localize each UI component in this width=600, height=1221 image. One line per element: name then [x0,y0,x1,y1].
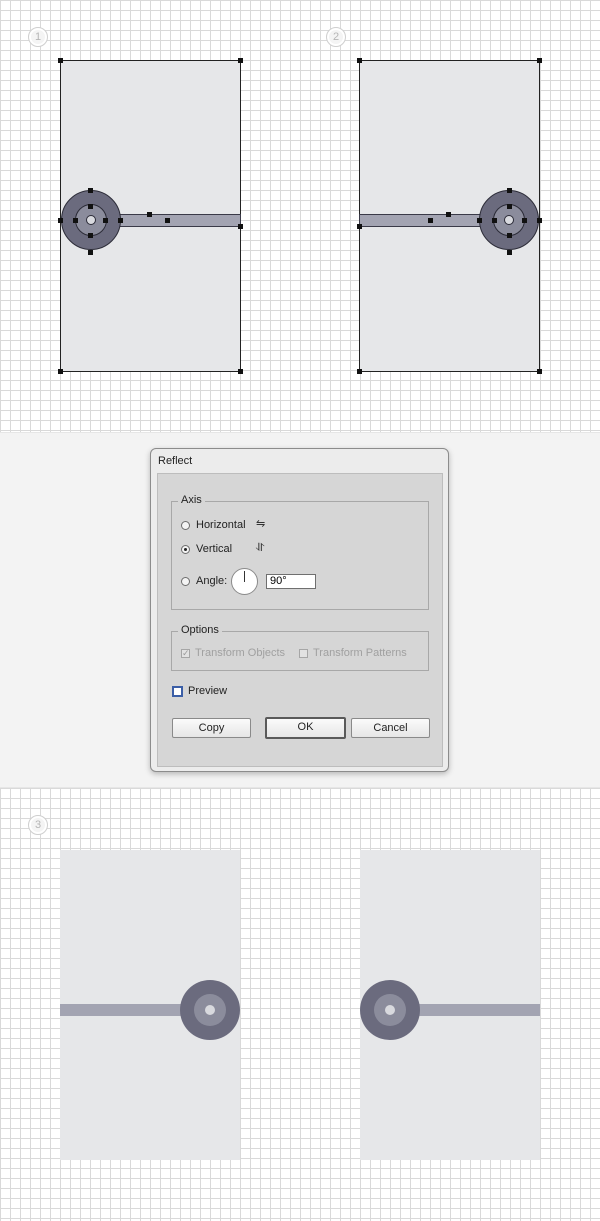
options-legend: Options [178,624,222,636]
cancel-button[interactable]: Cancel [351,718,430,738]
anchor-point[interactable] [537,58,542,63]
knob-center-dot[interactable] [86,215,96,225]
knob-dot-left [205,1005,215,1015]
anchor-point[interactable] [357,369,362,374]
angle-dial[interactable] [231,568,258,595]
anchor-point[interactable] [507,204,512,209]
checkbox-transform-objects-box[interactable]: ✓ [181,648,190,658]
anchor-point[interactable] [507,188,512,193]
anchor-point[interactable] [88,250,93,255]
anchor-point[interactable] [446,212,451,217]
knob-center-dot-reflected[interactable] [504,215,514,225]
checkbox-preview[interactable]: Preview [172,685,227,697]
checkbox-transform-objects-label: Transform Objects [195,647,286,659]
radio-horizontal[interactable]: Horizontal [181,519,246,531]
axis-fieldset: Axis Horizontal ⇋ Vertical ⥯ Angle: 90° [171,494,429,610]
anchor-point[interactable] [88,233,93,238]
anchor-point[interactable] [357,224,362,229]
anchor-point[interactable] [238,224,243,229]
axis-legend: Axis [178,494,205,506]
radio-vertical[interactable]: Vertical [181,543,232,555]
copy-button[interactable]: Copy [172,718,251,738]
anchor-point[interactable] [88,204,93,209]
dialog-title: Reflect [158,455,193,467]
radio-angle-button[interactable] [181,576,190,586]
anchor-point[interactable] [357,58,362,63]
anchor-point[interactable] [58,58,63,63]
checkbox-transform-objects[interactable]: ✓ Transform Objects [181,647,285,659]
anchor-point[interactable] [507,250,512,255]
knob-dot-right [385,1005,395,1015]
anchor-point[interactable] [492,218,497,223]
ok-button[interactable]: OK [265,717,346,739]
anchor-point[interactable] [238,58,243,63]
reflect-vertical-icon: ⥯ [256,542,265,554]
anchor-point[interactable] [73,218,78,223]
reflect-horizontal-icon: ⇋ [256,518,266,530]
anchor-point[interactable] [165,218,170,223]
reflect-dialog: Reflect Axis Horizontal ⇋ Vertical ⥯ Ang… [150,448,449,772]
radio-angle[interactable]: Angle: [181,575,227,587]
anchor-point[interactable] [103,218,108,223]
checkbox-preview-box[interactable] [172,685,183,697]
checkbox-transform-patterns[interactable]: Transform Patterns [299,647,407,659]
radio-horizontal-label: Horizontal [196,519,246,531]
dialog-body: Axis Horizontal ⇋ Vertical ⥯ Angle: 90° … [157,473,443,767]
radio-angle-label: Angle: [196,575,228,587]
anchor-point[interactable] [537,218,542,223]
anchor-point[interactable] [537,369,542,374]
angle-input[interactable]: 90° [266,574,316,589]
artboard-grid-bottom: 3 [0,788,600,1221]
step-badge-1: 1 [28,27,48,47]
anchor-point[interactable] [238,369,243,374]
anchor-point[interactable] [118,218,123,223]
options-fieldset: Options ✓ Transform Objects Transform Pa… [171,624,429,671]
radio-horizontal-button[interactable] [181,520,190,530]
anchor-point[interactable] [428,218,433,223]
anchor-point[interactable] [58,369,63,374]
anchor-point[interactable] [477,218,482,223]
artboard-grid-top: 1 2 [0,0,600,432]
radio-vertical-label: Vertical [196,543,233,555]
anchor-point[interactable] [147,212,152,217]
checkbox-transform-patterns-box[interactable] [299,648,308,658]
checkbox-transform-patterns-label: Transform Patterns [313,647,407,659]
anchor-point[interactable] [522,218,527,223]
anchor-point[interactable] [58,218,63,223]
radio-vertical-button[interactable] [181,544,190,554]
step-badge-2: 2 [326,27,346,47]
anchor-point[interactable] [88,188,93,193]
step-badge-3: 3 [28,815,48,835]
checkbox-preview-label: Preview [188,685,228,697]
anchor-point[interactable] [507,233,512,238]
